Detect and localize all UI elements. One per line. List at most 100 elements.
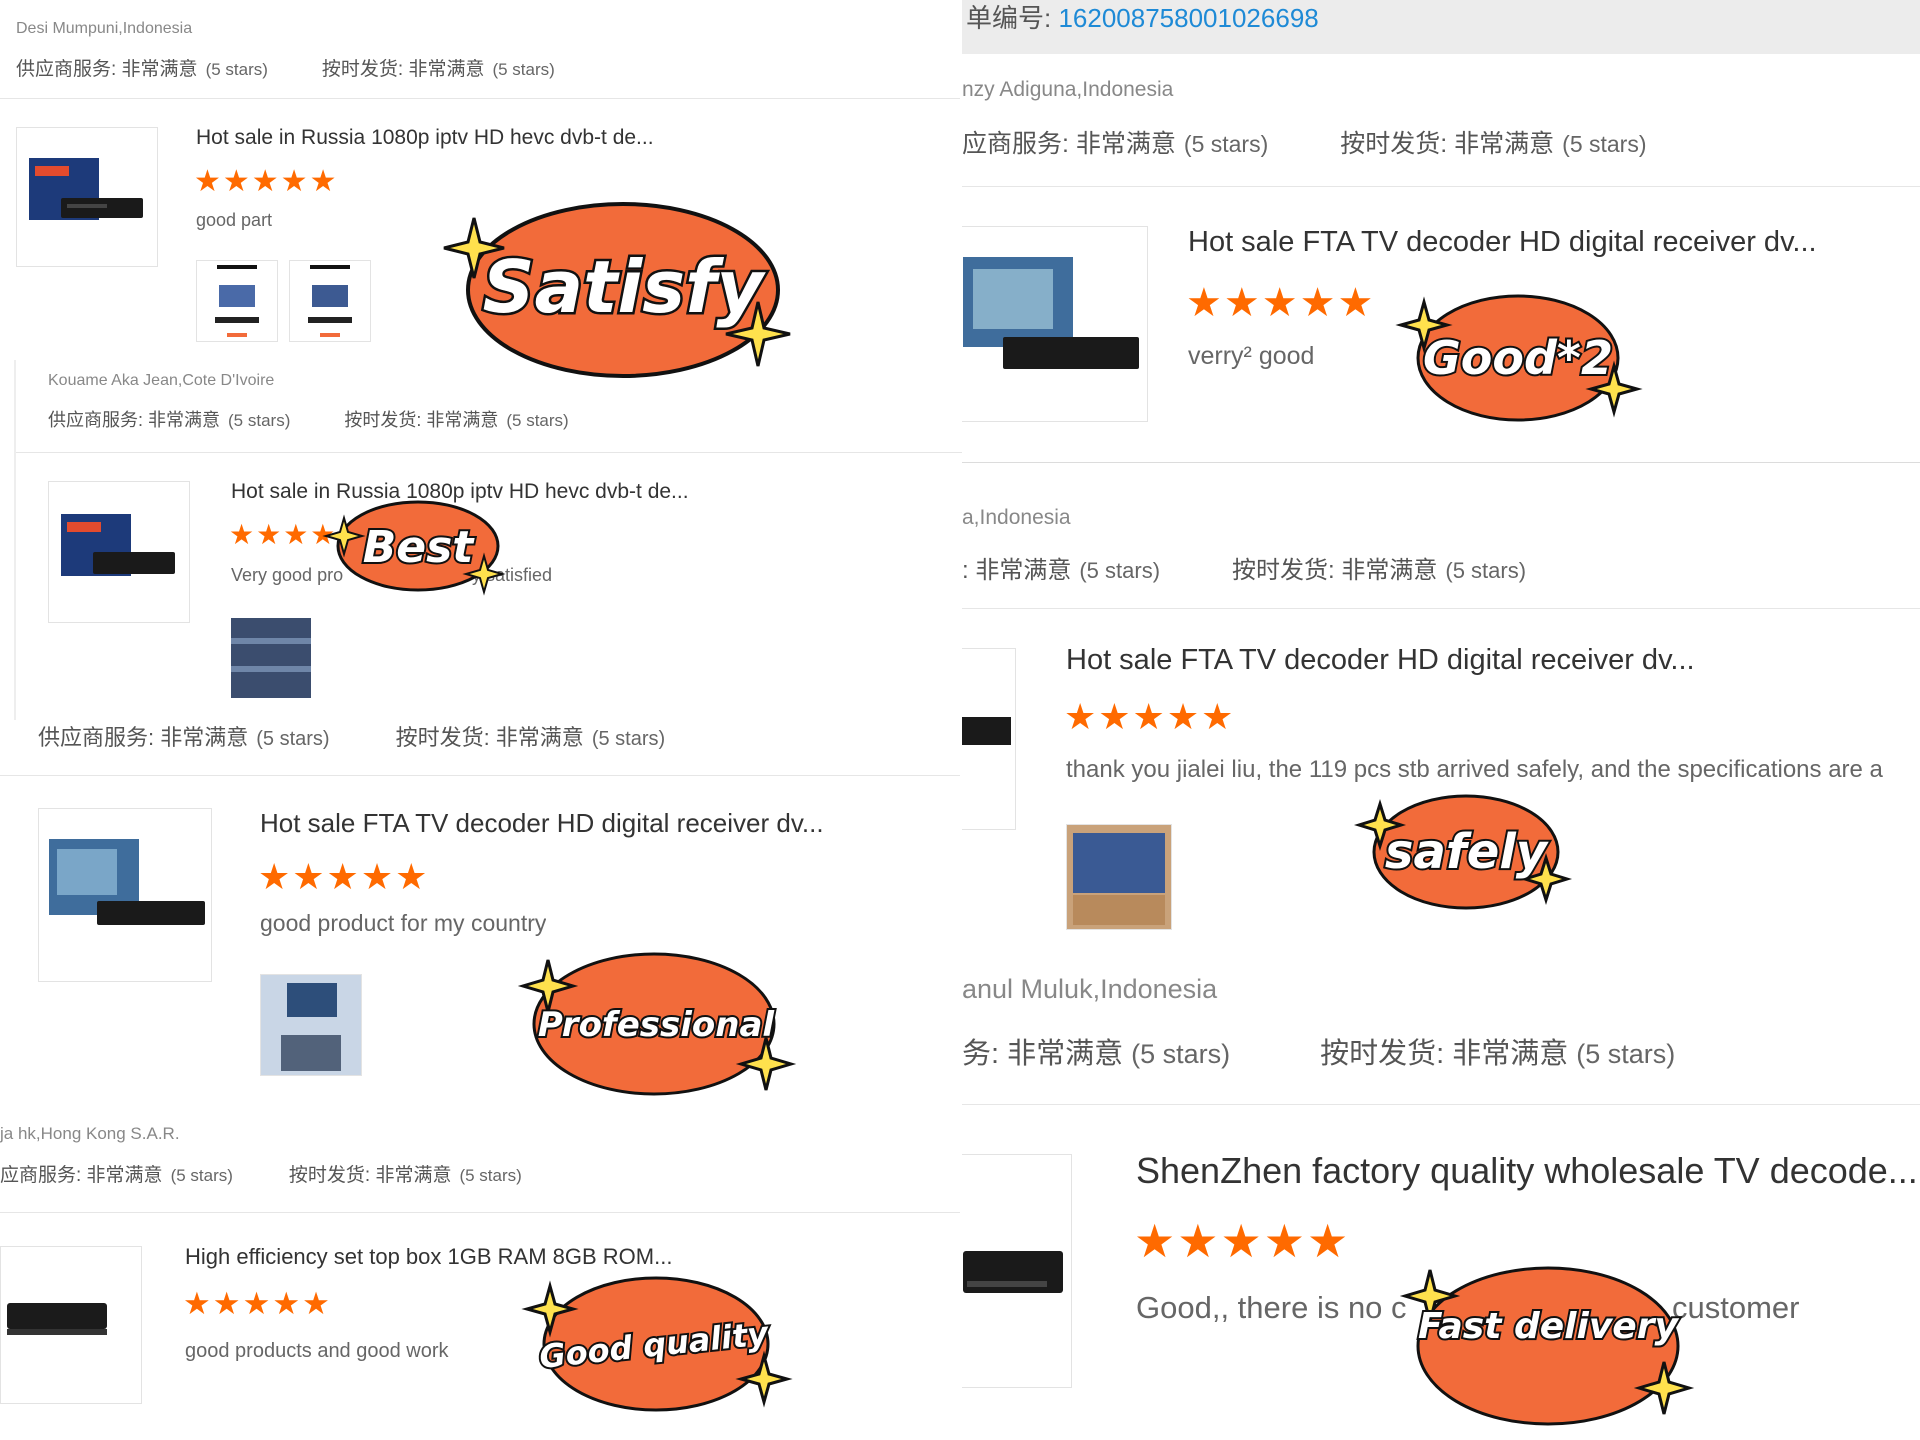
service-stars-text: (5 stars) — [1183, 131, 1269, 157]
tv-box-image — [962, 717, 1011, 745]
tv-box-image — [7, 1303, 107, 1335]
divider — [0, 775, 960, 776]
shipping-rating: 按时发货: 非常满意 — [1320, 1038, 1569, 1070]
service-stars-text: (5 stars) — [256, 728, 330, 750]
star-rating: ★★★★★ — [1064, 696, 1236, 737]
review-card-3: 供应商服务: 非常满意 (5 stars) 按时发货: 非常满意 (5 stars) … — [0, 720, 960, 1082]
rating-line: 供应商服务: 非常满意 (5 stars) 按时发货: 非常满意 (5 stars) — [38, 720, 665, 752]
badge-fast-delivery: Fast delivery — [1399, 1258, 1696, 1430]
product-thumbnail[interactable] — [38, 808, 212, 982]
shipping-rating: 按时发货: 非常满意 — [1340, 130, 1555, 158]
review-comment: good part — [196, 210, 273, 230]
divider — [962, 1104, 1920, 1105]
reviewer-name: anul Muluk,Indonesia — [962, 974, 1218, 1004]
shipping-stars-text: (5 stars) — [1562, 131, 1647, 157]
rating-line: 应商服务: 非常满意 (5 stars) 按时发货: 非常满意 (5 stars) — [0, 1160, 522, 1187]
shipping-rating: 按时发货: 非常满意 — [395, 725, 584, 750]
shipping-rating: 按时发货: 非常满意 — [1232, 557, 1438, 584]
reviewer-name: nzy Adiguna,Indonesia — [962, 78, 1174, 101]
badge-good-2: Good*2 — [1395, 288, 1643, 428]
product-thumbnail[interactable] — [962, 1154, 1072, 1388]
product-thumbnail[interactable] — [962, 226, 1148, 422]
product-title[interactable]: Hot sale in Russia 1080p iptv HD hevc dv… — [196, 126, 716, 150]
review-photo[interactable] — [1066, 824, 1172, 930]
badge-safely: safely — [1353, 790, 1573, 916]
order-number-line: 单编号: 162008758001026698 — [966, 0, 1319, 35]
shipping-stars-text: (5 stars) — [1576, 1039, 1676, 1069]
review-comment: good product for my country — [260, 910, 547, 936]
review-photo[interactable] — [260, 974, 362, 1076]
badge-good-quality: Good quality — [521, 1268, 793, 1418]
rating-line: 务: 非常满意 (5 stars) 按时发货: 非常满意 (5 stars) — [962, 1030, 1675, 1072]
review-comment: verry² good — [1188, 342, 1315, 370]
tv-box-image — [963, 1251, 1063, 1293]
service-stars-text: (5 stars) — [1079, 558, 1161, 583]
review-comment: Good,, there is no c — [1136, 1290, 1407, 1325]
reviewer-name: Kouame Aka Jean,Cote D'Ivoire — [48, 372, 275, 389]
badge-label: Fast delivery — [1418, 1306, 1679, 1347]
tv-box-image — [61, 514, 175, 576]
shipping-stars-text: (5 stars) — [591, 728, 666, 750]
star-rating: ★★★★★ — [1186, 281, 1376, 325]
badge-label: Satisfy — [483, 245, 767, 329]
badge-label: Best — [363, 522, 476, 573]
divider — [0, 1212, 960, 1213]
product-title[interactable]: Hot sale FTA TV decoder HD digital recei… — [260, 808, 860, 839]
rating-line: 供应商服务: 非常满意 (5 stars) 按时发货: 非常满意 (5 stars) — [16, 54, 555, 81]
service-rating: 务: 非常满意 — [962, 1038, 1124, 1070]
star-rating: ★★★★★ — [194, 165, 339, 198]
service-rating: 供应商服务: 非常满意 — [16, 59, 198, 80]
product-title[interactable]: Hot sale FTA TV decoder HD digital recei… — [1188, 226, 1888, 259]
star-rating: ★★★★★ — [1134, 1215, 1351, 1267]
service-rating: 供应商服务: 非常满意 — [38, 725, 249, 750]
divider — [962, 186, 1920, 187]
review-comment: thank you jialei liu, the 119 pcs stb ar… — [1066, 756, 1883, 783]
divider — [16, 452, 962, 453]
review-photo[interactable] — [196, 260, 278, 342]
rating-line: 供应商服务: 非常满意 (5 stars) 按时发货: 非常满意 (5 stars) — [48, 406, 569, 432]
tv-box-image — [49, 839, 205, 925]
shipping-rating: 按时发货: 非常满意 — [321, 59, 485, 80]
divider — [962, 608, 1920, 609]
reviewer-name: a,Indonesia — [962, 506, 1071, 529]
badge-professional: Professional — [517, 946, 797, 1096]
shipping-stars-text: (5 stars) — [459, 1166, 522, 1185]
product-thumbnail[interactable] — [0, 1246, 142, 1404]
rating-line: 应商服务: 非常满意 (5 stars) 按时发货: 非常满意 (5 stars) — [962, 124, 1647, 160]
service-stars-text: (5 stars) — [228, 411, 291, 430]
product-title[interactable]: Hot sale FTA TV decoder HD digital recei… — [1066, 644, 1766, 677]
shipping-rating: 按时发货: 非常满意 — [344, 410, 499, 430]
divider — [962, 462, 1920, 463]
review-photo[interactable] — [231, 618, 311, 698]
badge-label: Professional — [538, 1005, 775, 1045]
shipping-rating: 按时发货: 非常满意 — [288, 1165, 452, 1186]
tv-box-image — [29, 158, 143, 220]
product-title[interactable]: ShenZhen factory quality wholesale TV de… — [1136, 1150, 1920, 1192]
service-rating: 供应商服务: 非常满意 — [48, 410, 221, 430]
shipping-stars-text: (5 stars) — [506, 411, 569, 430]
rating-line: : 非常满意 (5 stars) 按时发货: 非常满意 (5 stars) — [962, 550, 1526, 585]
service-stars-text: (5 stars) — [170, 1166, 233, 1185]
product-thumbnail[interactable] — [16, 127, 158, 267]
star-rating: ★★★★★ — [258, 856, 430, 897]
divider — [0, 98, 960, 99]
badge-satisfy: Satisfy — [438, 190, 798, 380]
badge-label: safely — [1385, 824, 1549, 880]
product-thumbnail[interactable] — [962, 648, 1016, 830]
shipping-stars-text: (5 stars) — [1445, 558, 1527, 583]
shipping-stars-text: (5 stars) — [492, 60, 555, 79]
badge-best: Best — [318, 500, 508, 600]
service-stars-text: (5 stars) — [205, 60, 268, 79]
service-rating: : 非常满意 — [962, 557, 1072, 584]
order-number-link[interactable]: 162008758001026698 — [1058, 3, 1318, 33]
reviewer-name: Desi Mumpuni,Indonesia — [16, 20, 193, 37]
service-rating: 应商服务: 非常满意 — [0, 1165, 163, 1186]
review-photo[interactable] — [289, 260, 371, 342]
service-stars-text: (5 stars) — [1131, 1039, 1231, 1069]
badge-label: Good*2 — [1423, 331, 1613, 385]
review-card-4: ja hk,Hong Kong S.A.R. 应商服务: 非常满意 (5 star… — [0, 1100, 960, 1440]
tv-box-image — [963, 257, 1139, 369]
reviewer-name: ja hk,Hong Kong S.A.R. — [0, 1124, 180, 1143]
product-thumbnail[interactable] — [48, 481, 190, 623]
product-title[interactable]: High efficiency set top box 1GB RAM 8GB … — [185, 1244, 745, 1270]
